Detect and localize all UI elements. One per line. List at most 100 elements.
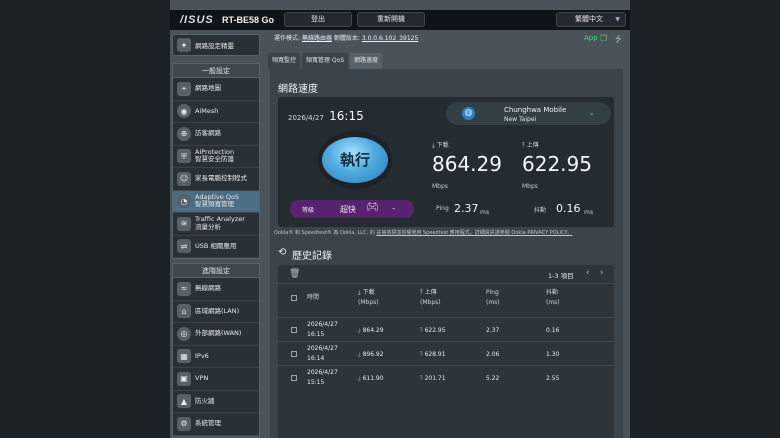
sidebar-item-label: 無線網路 [195,284,221,293]
ping-label: Ping [436,205,449,212]
sidebar-item-wifi[interactable]: ≈ 無線網路 [173,278,259,301]
go-button[interactable]: 執行 [322,137,388,183]
firewall-icon: ▲ [177,394,191,409]
row-checkbox[interactable] [291,351,297,357]
globe-icon: ◍ [462,107,475,120]
sidebar-item-map[interactable]: ⌖ 網路地圖 [173,78,259,101]
sidebar-item-label: USB 相關應用 [195,241,237,250]
sidebar-item-label: Adaptive QoS 智慧頻寬管理 [195,192,240,209]
general-settings-heading: 一般設定 [173,64,259,78]
router-admin-frame: /ISUS RT-BE58 Go 登出 重新開機 繁體中文 ▼ ✦ 網路設定精靈… [170,0,630,438]
shield-icon: ⛨ [177,149,191,164]
sidebar-item-label: Traffic Analyzer 流量分析 [195,215,245,231]
sidebar-item-label: AiMesh [195,106,219,115]
traffic-icon: ≋ [177,216,191,231]
row-time: 2026/4/27 16:15 [307,321,338,338]
status-line: 運作模式: 無線路由器 韌體版本: 3.0.0.6.102_39125 [274,33,418,42]
tab-bandwidth-monitor[interactable]: 頻寬監控 [268,53,301,69]
row-time: 2026/4/27 15:15 [307,369,338,386]
language-label: 繁體中文 [575,15,603,23]
quick-setup-label: 網路設定精靈 [195,42,234,50]
ookla-notice: Ookla® 和 Speedtest® 為 Ookla, LLC. 的 註冊商標… [274,230,573,236]
sidebar-item-shield[interactable]: ⛨ AiProtection 智慧安全防護 [173,146,259,168]
grade-badge: 等級 超快 🎮︎ – [290,200,414,218]
sidebar-item-label: VPN [195,374,209,383]
map-icon: ⌖ [177,81,191,96]
history-icon: ⟲ [278,247,287,258]
ping-unit: ms [480,209,489,216]
tab-bar: 頻寬監控 頻寬管理 QoS 網路速度 [268,53,383,69]
row-ping: 5.22 [486,375,500,382]
sidebar-item-label: AiProtection 智慧安全防護 [195,147,235,164]
isp-city: New Taipei [504,116,537,123]
lan-icon: ⌂ [177,304,191,319]
sidebar-item-ipv6[interactable]: ▦ IPv6 [173,346,259,368]
upload-label: ⤒ 上傳 [522,142,539,149]
ookla-privacy-link[interactable]: 註冊商標並授權使用 Speedtest 應用程式。詳細資訊請參閱 Ookla P… [376,230,572,236]
sidebar-item-guest-network[interactable]: ⊕ 訪客網路 [173,123,259,146]
advanced-settings-heading: 進階設定 [173,264,259,278]
model-name: RT-BE58 Go [222,15,275,25]
op-mode-label: 運作模式: [274,35,301,42]
sidebar-item-vpn[interactable]: ▣ VPN [173,368,259,391]
sidebar-item-qos[interactable]: ◔ Adaptive QoS 智慧頻寬管理 [173,190,259,213]
speedtest-card: 2026/4/27 16:15 執行 ◍ Chunghwa Mobile New… [278,97,614,227]
sidebar-item-label: 防火牆 [195,396,215,405]
upload-value: 622.95 [522,152,592,176]
row-upload: ⤒ 622.95 [420,327,446,334]
server-select[interactable]: ◍ Chunghwa Mobile New Taipei ⌄ [446,102,611,125]
col-ping: Ping (ms) [486,289,500,306]
table-row: 2026/4/27 15:15 ⤓ 611.90 ⤒ 201.71 5.22 2.55 [278,365,614,389]
row-checkbox[interactable] [291,375,297,381]
tab-speedtest[interactable]: 網路速度 [350,53,383,69]
chevron-down-icon: ⌄ [588,108,595,117]
wifi-icon: ≈ [177,281,191,296]
row-upload: ⤒ 201.71 [420,375,446,382]
sidebar-item-wan[interactable]: ◎ 外部網路(WAN) [173,323,259,346]
next-page-button[interactable]: › [600,268,604,278]
sidebar-item-lan[interactable]: ⌂ 區域網路(LAN) [173,301,259,323]
logout-button[interactable]: 登出 [284,12,352,27]
sidebar-item-label: 訪客網路 [195,129,221,138]
sidebar-item-firewall[interactable]: ▲ 防火牆 [173,391,259,413]
app-link[interactable]: App [584,34,598,42]
tab-qos[interactable]: 頻寬管理 QoS [302,53,349,69]
grade-value: 超快 [340,205,356,214]
sidebar-item-traffic[interactable]: ≋ Traffic Analyzer 流量分析 [173,213,259,236]
col-upload: ⤒ 上傳 (Mbps) [420,289,441,306]
row-jitter: 2.55 [546,375,560,382]
col-download: ⤓ 下載 (Mbps) [358,289,379,306]
usb-status-icon[interactable]: ⭍ [615,34,622,48]
sidebar-item-family[interactable]: ☺ 家長電腦控制程式 [173,168,259,191]
trash-icon[interactable]: 🗑︎ [289,269,300,279]
sidebar-item-mesh[interactable]: ◉ AiMesh [173,101,259,123]
table-row: 2026/4/27 16:15 ⤓ 864.29 ⤒ 622.95 2.37 0.16 [278,317,614,341]
row-upload: ⤒ 628.91 [420,351,446,358]
grade-label: 等級 [302,207,315,214]
firmware-label: 韌體版本: [333,35,360,42]
jitter-unit: ms [584,209,593,216]
prev-page-button[interactable]: ‹ [586,268,590,278]
row-download: ⤓ 864.29 [358,327,384,334]
test-date: 2026/4/27 [288,114,324,122]
family-icon: ☺ [177,171,191,186]
reboot-button[interactable]: 重新開機 [357,12,425,27]
chevron-down-icon: ▼ [615,16,620,23]
history-title: 歷史記錄 [292,251,332,262]
language-select[interactable]: 繁體中文 ▼ [556,12,626,27]
op-mode-link[interactable]: 無線路由器 [302,35,332,42]
firmware-link[interactable]: 3.0.0.6.102_39125 [362,35,418,42]
sidebar-item-label: 網路地圖 [195,84,221,93]
qos-icon: ◔ [177,194,191,209]
app-window-icon[interactable]: ❐ [600,34,607,43]
row-checkbox[interactable] [291,327,297,333]
admin-icon: ⚙ [177,416,191,431]
sidebar-item-usb[interactable]: ⇌ USB 相關應用 [173,236,259,258]
usb-icon: ⇌ [177,239,191,254]
quick-setup-button[interactable]: ✦ 網路設定精靈 [172,34,260,56]
select-all-checkbox[interactable] [291,295,297,301]
sidebar-item-admin[interactable]: ⚙ 系統管理 [173,413,259,436]
top-bar: /ISUS RT-BE58 Go 登出 重新開機 繁體中文 ▼ [170,10,630,30]
vpn-icon: ▣ [177,371,191,386]
guest-network-icon: ⊕ [177,126,191,141]
